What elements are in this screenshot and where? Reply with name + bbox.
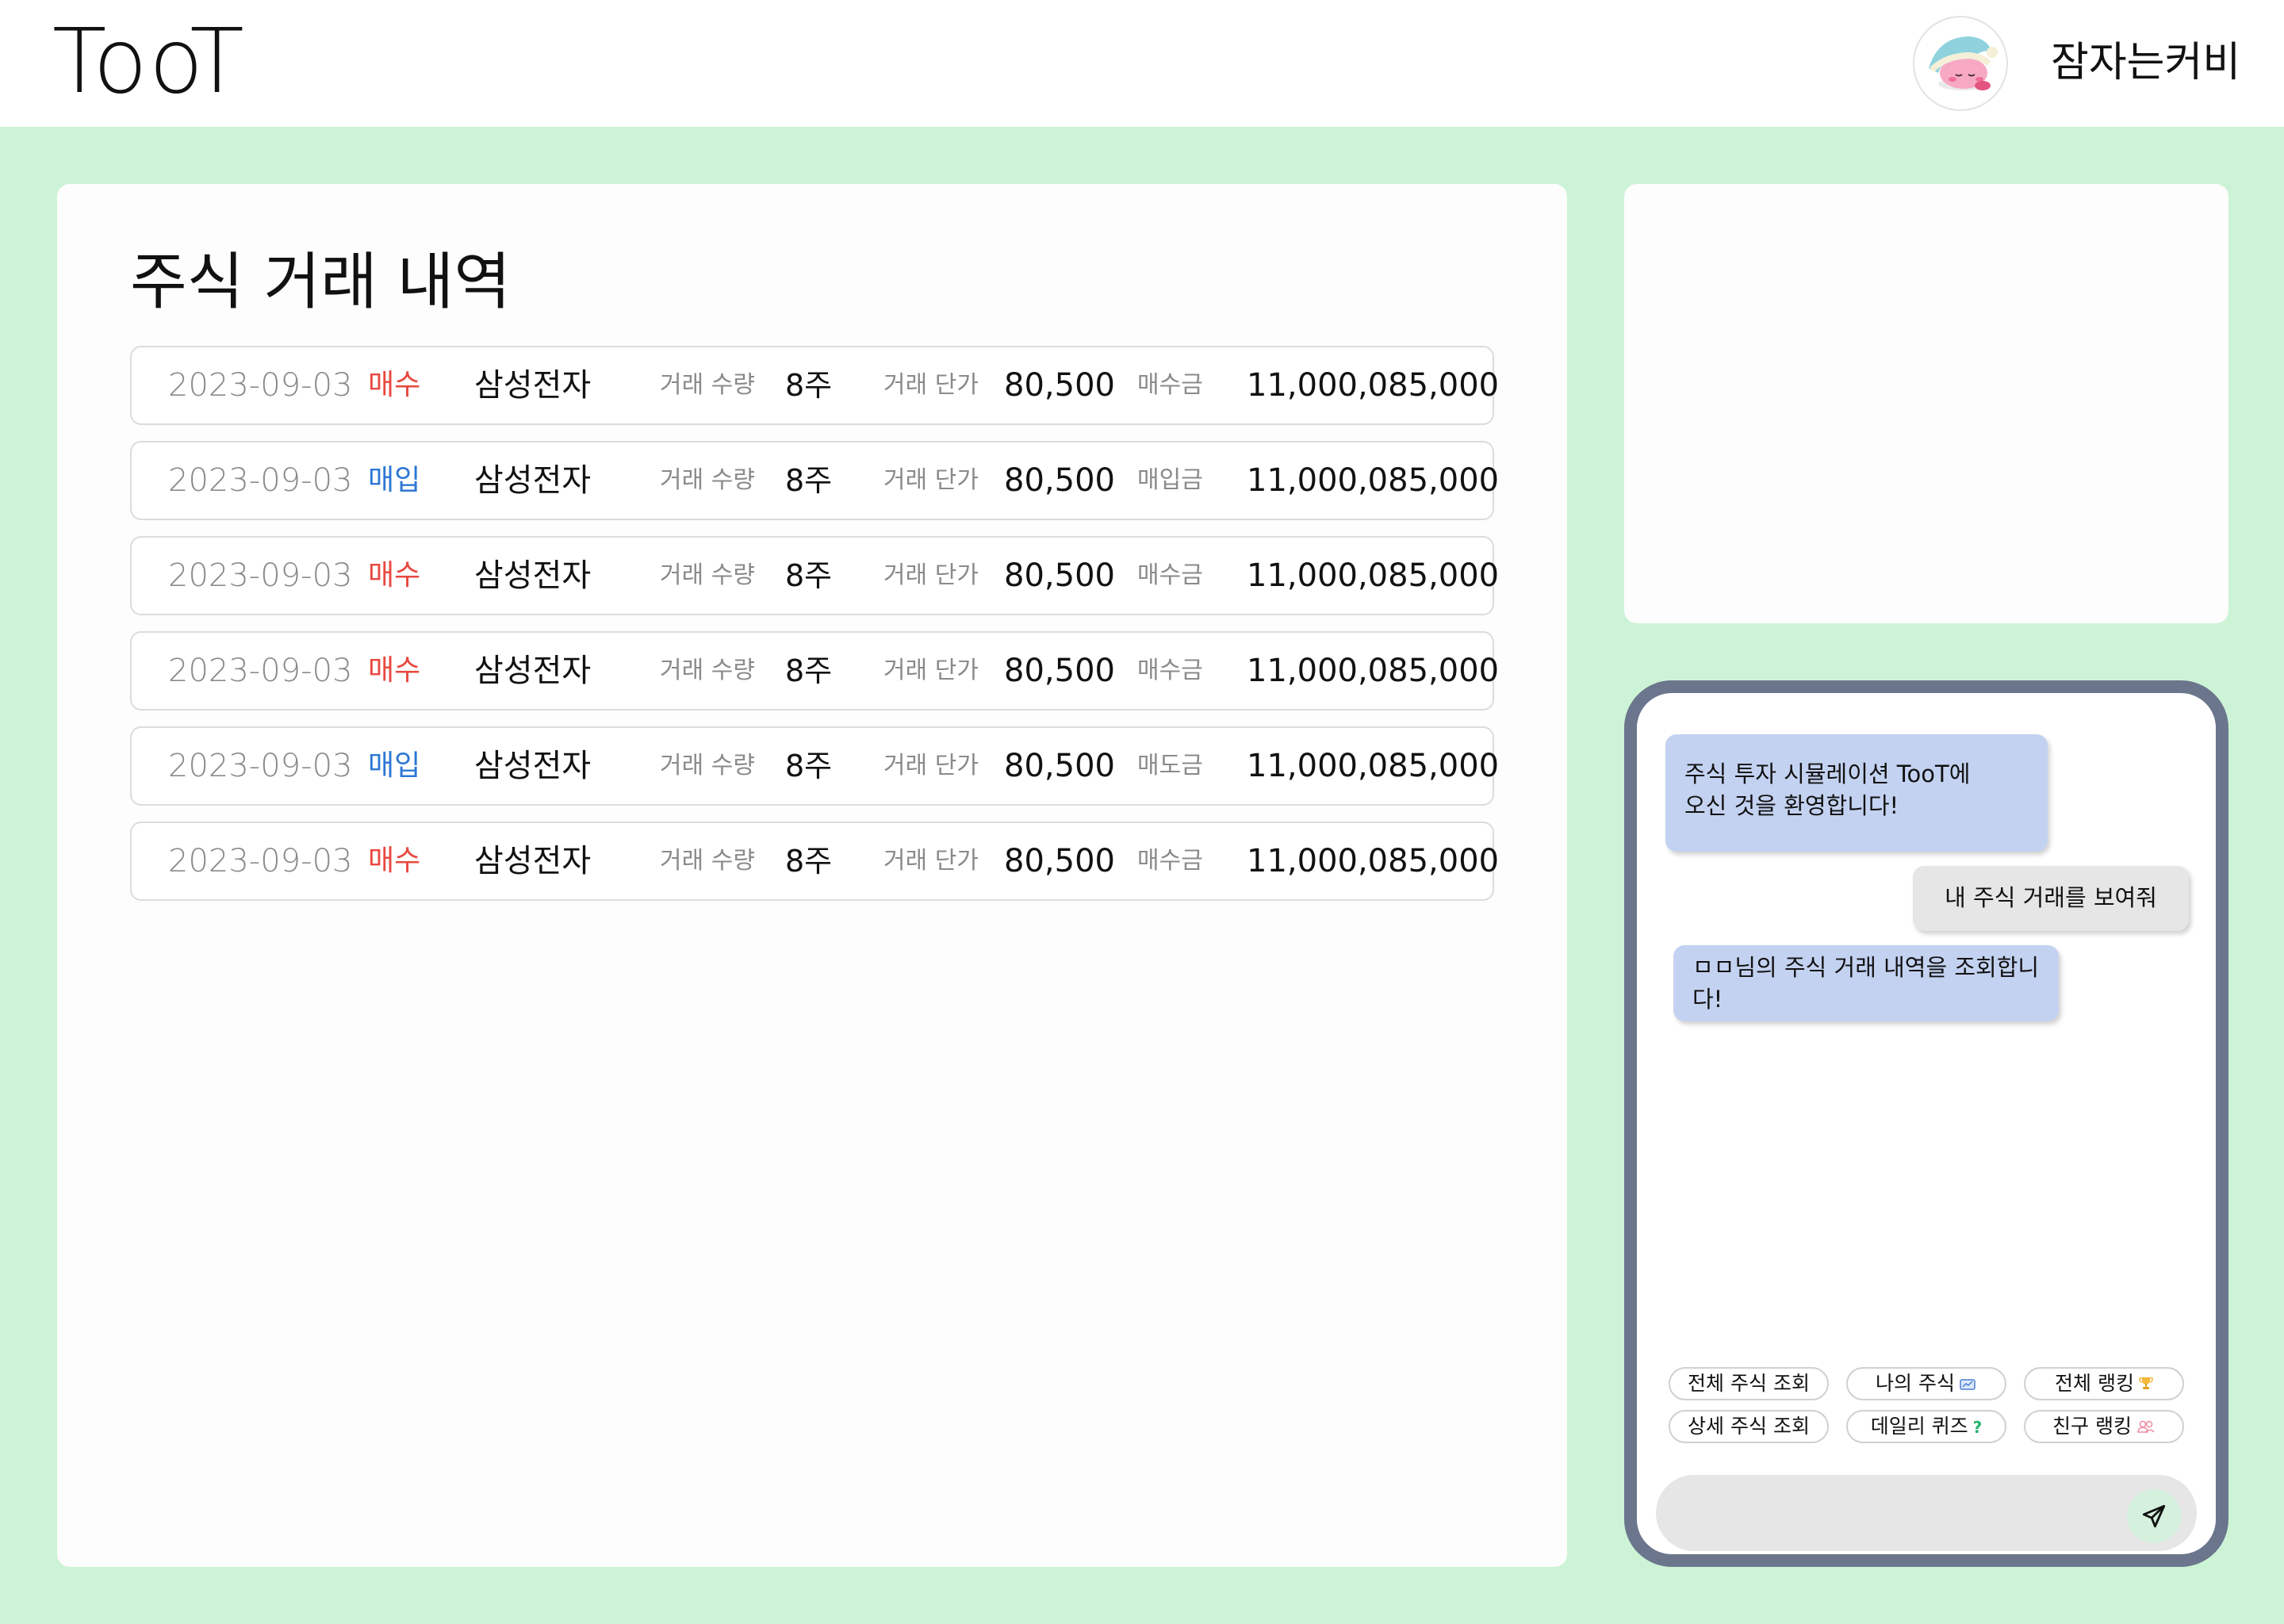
price-value: 80,500 xyxy=(1004,557,1115,594)
transaction-history-panel: 주식 거래 내역 2023-09-03 매수 삼성전자 거래 수량 8주 거래 … xyxy=(57,184,1567,1567)
quantity-label: 거래 수량 xyxy=(660,752,755,779)
all-stocks-button[interactable]: 전체 주식 조회 xyxy=(1669,1367,1829,1400)
total-ranking-button[interactable]: 전체 랭킹 xyxy=(2024,1367,2184,1400)
quantity-value: 8주 xyxy=(785,844,833,879)
amount-label: 매도금 xyxy=(1137,752,1203,779)
people-icon xyxy=(2136,1418,2156,1437)
stock-name: 삼성전자 xyxy=(474,557,592,594)
message-line: 다! xyxy=(1692,986,1723,1013)
amount-value: 11,000,085,000 xyxy=(1247,367,1500,404)
price-label: 거래 단가 xyxy=(883,371,979,399)
bot-message: 주식 투자 시뮬레이션 TooT에 오신 것을 환영합니다! xyxy=(1665,734,2048,852)
stock-name: 삼성전자 xyxy=(474,748,592,784)
amount-label: 매수금 xyxy=(1137,561,1203,589)
message-line: ㅁㅁ님의 주식 거래 내역을 조회합니 xyxy=(1692,954,2040,981)
avatar[interactable] xyxy=(1913,16,2008,111)
button-label: 상세 주식 조회 xyxy=(1688,1415,1810,1438)
quantity-label: 거래 수량 xyxy=(660,371,755,399)
transaction-row[interactable]: 2023-09-03 매수 삼성전자 거래 수량 8주 거래 단가 80,500… xyxy=(130,822,1499,901)
send-button[interactable] xyxy=(2127,1489,2181,1543)
stock-name: 삼성전자 xyxy=(474,843,592,879)
price-label: 거래 단가 xyxy=(883,561,979,589)
question-icon: ? xyxy=(1972,1418,1983,1437)
button-label: 나의 주식 xyxy=(1876,1372,1955,1395)
quantity-value: 8주 xyxy=(785,653,833,688)
app-logo[interactable]: TooT xyxy=(52,14,246,109)
quantity-value: 8주 xyxy=(785,749,833,783)
stock-name: 삼성전자 xyxy=(474,653,592,689)
transaction-type: 매수 xyxy=(368,369,421,401)
transaction-type: 매수 xyxy=(368,845,421,877)
quantity-value: 8주 xyxy=(785,368,833,403)
amount-value: 11,000,085,000 xyxy=(1247,843,1500,879)
button-label: 전체 랭킹 xyxy=(2055,1372,2134,1395)
top-header: TooT 잠자는커비 xyxy=(0,0,2284,127)
button-label: 친구 랭킹 xyxy=(2052,1415,2132,1438)
transaction-type: 매수 xyxy=(368,559,421,592)
message-line: 내 주식 거래를 보여줘 xyxy=(1945,884,2157,911)
transaction-date: 2023-09-03 xyxy=(168,462,353,499)
amount-label: 매수금 xyxy=(1137,847,1203,875)
chart-icon xyxy=(1960,1375,1977,1394)
bot-message: ㅁㅁ님의 주식 거래 내역을 조회합니 다! xyxy=(1673,945,2059,1021)
button-label: 데일리 퀴즈 xyxy=(1870,1415,1968,1438)
quantity-label: 거래 수량 xyxy=(660,466,755,494)
username[interactable]: 잠자는커비 xyxy=(2051,36,2240,89)
transaction-date: 2023-09-03 xyxy=(168,653,353,689)
my-stocks-button[interactable]: 나의 주식 xyxy=(1846,1367,2006,1400)
stock-name: 삼성전자 xyxy=(474,367,592,404)
transaction-type: 매입 xyxy=(368,749,421,782)
friend-ranking-button[interactable]: 친구 랭킹 xyxy=(2024,1410,2184,1443)
quantity-label: 거래 수량 xyxy=(660,561,755,589)
price-value: 80,500 xyxy=(1004,653,1115,689)
amount-value: 11,000,085,000 xyxy=(1247,462,1500,499)
trophy-icon xyxy=(2139,1375,2153,1394)
price-value: 80,500 xyxy=(1004,843,1115,879)
daily-quiz-button[interactable]: 데일리 퀴즈? xyxy=(1846,1410,2006,1443)
amount-value: 11,000,085,000 xyxy=(1247,653,1500,689)
amount-value: 11,000,085,000 xyxy=(1247,557,1500,594)
transaction-type: 매입 xyxy=(368,464,421,496)
amount-label: 매입금 xyxy=(1137,466,1203,494)
amount-label: 매수금 xyxy=(1137,371,1203,399)
side-info-panel xyxy=(1624,184,2228,623)
transaction-row[interactable]: 2023-09-03 매수 삼성전자 거래 수량 8주 거래 단가 80,500… xyxy=(130,346,1499,425)
kirby-avatar-icon xyxy=(1929,36,1998,90)
transaction-row[interactable]: 2023-09-03 매수 삼성전자 거래 수량 8주 거래 단가 80,500… xyxy=(130,631,1499,710)
price-label: 거래 단가 xyxy=(883,752,979,779)
chat-input[interactable] xyxy=(1656,1475,2197,1551)
price-value: 80,500 xyxy=(1004,367,1115,404)
transaction-date: 2023-09-03 xyxy=(168,557,353,594)
transaction-row[interactable]: 2023-09-03 매수 삼성전자 거래 수량 8주 거래 단가 80,500… xyxy=(130,536,1499,615)
quantity-label: 거래 수량 xyxy=(660,657,755,684)
quantity-value: 8주 xyxy=(785,463,833,498)
button-label: 전체 주식 조회 xyxy=(1688,1372,1810,1395)
amount-label: 매수금 xyxy=(1137,657,1203,684)
price-label: 거래 단가 xyxy=(883,847,979,875)
quantity-label: 거래 수량 xyxy=(660,847,755,875)
message-line: 주식 투자 시뮬레이션 TooT에 xyxy=(1684,760,1971,787)
price-value: 80,500 xyxy=(1004,748,1115,784)
chatbot-panel: 주식 투자 시뮬레이션 TooT에 오신 것을 환영합니다! 내 주식 거래를 … xyxy=(1624,680,2228,1567)
transaction-date: 2023-09-03 xyxy=(168,843,353,879)
price-value: 80,500 xyxy=(1004,462,1115,499)
transaction-row[interactable]: 2023-09-03 매입 삼성전자 거래 수량 8주 거래 단가 80,500… xyxy=(130,441,1499,520)
page-title: 주식 거래 내역 xyxy=(130,247,512,318)
user-message: 내 주식 거래를 보여줘 xyxy=(1913,866,2189,931)
transaction-row[interactable]: 2023-09-03 매입 삼성전자 거래 수량 8주 거래 단가 80,500… xyxy=(130,726,1499,806)
detail-stock-button[interactable]: 상세 주식 조회 xyxy=(1669,1410,1829,1443)
quantity-value: 8주 xyxy=(785,558,833,593)
stock-name: 삼성전자 xyxy=(474,462,592,499)
price-label: 거래 단가 xyxy=(883,466,979,494)
transaction-date: 2023-09-03 xyxy=(168,367,353,404)
price-label: 거래 단가 xyxy=(883,657,979,684)
message-line: 오신 것을 환영합니다! xyxy=(1684,792,1899,819)
send-icon xyxy=(2142,1504,2166,1528)
amount-value: 11,000,085,000 xyxy=(1247,748,1500,784)
transaction-type: 매수 xyxy=(368,654,421,687)
transaction-date: 2023-09-03 xyxy=(168,748,353,784)
transaction-list: 2023-09-03 매수 삼성전자 거래 수량 8주 거래 단가 80,500… xyxy=(130,346,1499,917)
